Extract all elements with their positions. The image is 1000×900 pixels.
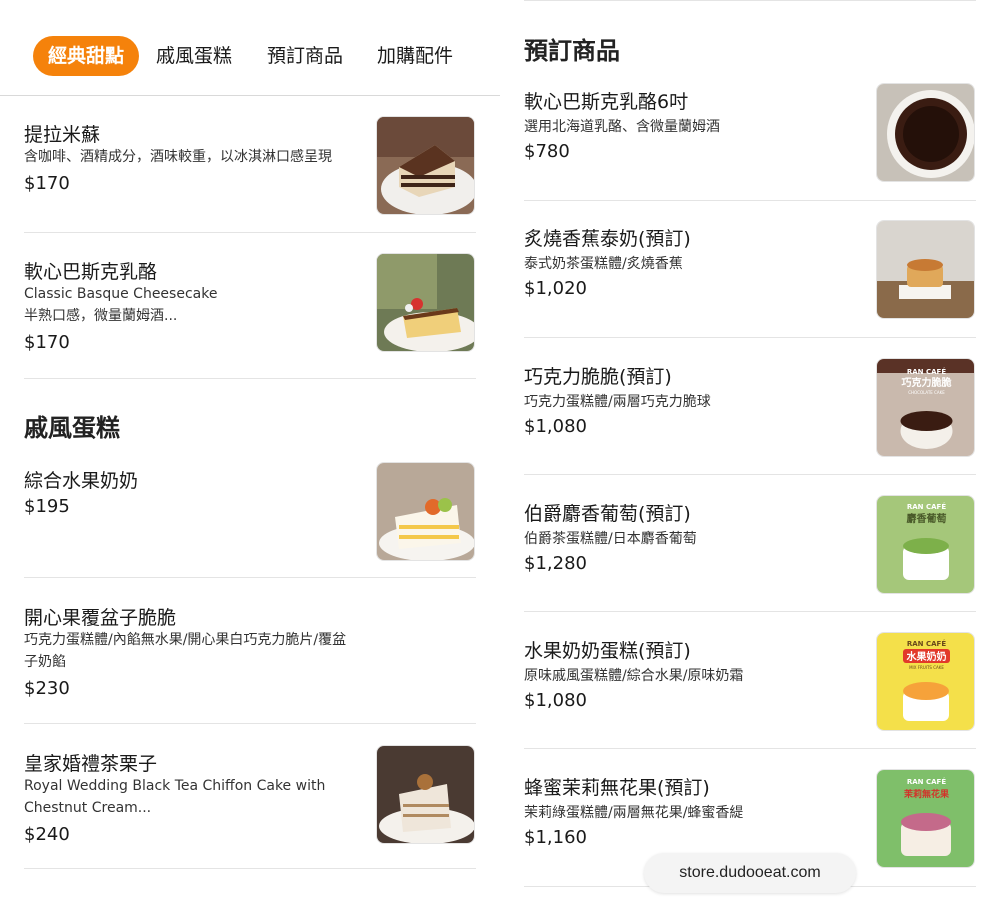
basque-cheesecake-photo — [376, 253, 475, 352]
item-divider — [24, 232, 476, 233]
item-name: 開心果覆盆子脆脆 — [24, 607, 177, 629]
grape-cake-poster: RAN CAFÉ 麝香葡萄 — [876, 495, 975, 594]
fig-cake-poster: RAN CAFÉ 茉莉無花果 — [876, 769, 975, 868]
item-price: $1,080 — [524, 416, 587, 437]
item-description: 巧克力蛋糕體/兩層巧克力脆球 — [524, 394, 711, 410]
item-price: $170 — [24, 332, 70, 353]
poster-brand: RAN CAFÉ — [907, 639, 946, 648]
item-divider — [24, 577, 476, 578]
item-description: 茉莉綠蛋糕體/兩層無花果/蜂蜜香緹 — [524, 805, 744, 821]
poster-brand: RAN CAFÉ — [907, 777, 946, 786]
item-price: $195 — [24, 496, 70, 517]
item-description: 含咖啡、酒精成分，酒味較重，以冰淇淋口感呈現 — [24, 149, 332, 165]
section-top-divider — [524, 0, 976, 1]
poster-subtitle: MIX FRUITS CAKE — [909, 665, 944, 670]
section-title-chiffon: 戚風蛋糕 — [24, 414, 120, 442]
item-price: $1,080 — [524, 690, 587, 711]
item-name: 水果奶奶蛋糕(預訂) — [524, 640, 691, 662]
chocolate-cake-poster: RAN CAFÉ 巧克力脆脆 CHOCOLATE CAKE — [876, 358, 975, 457]
item-price: $1,020 — [524, 278, 587, 299]
item-price: $1,160 — [524, 827, 587, 848]
tab-chiffon-cakes[interactable]: 戚風蛋糕 — [156, 36, 232, 76]
poster-brand: RAN CAFÉ — [907, 367, 946, 376]
poster-subtitle: CHOCOLATE CAKE — [908, 390, 945, 395]
menu-item-basque-cheesecake[interactable]: 軟心巴斯克乳酪 Classic Basque Cheesecake 半熟口感，微… — [24, 253, 476, 353]
left-panel: 經典甜點 戚風蛋糕 預訂商品 加購配件 提拉米蘇 含咖啡、酒精成分，酒味較重，以… — [0, 0, 500, 900]
poster-title: 水果奶奶 — [906, 650, 947, 663]
item-name: 炙燒香蕉泰奶(預訂) — [524, 228, 691, 250]
item-description-line-1: 巧克力蛋糕體/內餡無水果/開心果白巧克力脆片/覆盆 — [24, 632, 347, 648]
poster-title: 巧克力脆脆 — [902, 376, 952, 389]
menu-item-royal-chestnut[interactable]: 皇家婚禮茶栗子 Royal Wedding Black Tea Chiffon … — [24, 745, 476, 845]
item-price: $230 — [24, 678, 70, 699]
item-description: 選用北海道乳酪、含微量蘭姆酒 — [524, 119, 720, 135]
item-divider — [524, 474, 976, 475]
item-divider — [524, 200, 976, 201]
item-description-line-2: 子奶餡 — [24, 654, 66, 670]
item-description-line-2: 半熟口感，微量蘭姆酒... — [24, 308, 178, 324]
item-divider — [524, 337, 976, 338]
item-description-line-1: Classic Basque Cheesecake — [24, 286, 218, 302]
tab-add-on-accessories[interactable]: 加購配件 — [377, 36, 453, 76]
chestnut-cake-photo — [376, 745, 475, 844]
menu-item-pistachio-raspberry[interactable]: 開心果覆盆子脆脆 巧克力蛋糕體/內餡無水果/開心果白巧克力脆片/覆盆 子奶餡 $… — [24, 599, 476, 704]
item-name: 蜂蜜茉莉無花果(預訂) — [524, 777, 710, 799]
item-divider — [24, 723, 476, 724]
fruit-cake-photo — [376, 462, 475, 561]
tiramisu-photo — [376, 116, 475, 215]
item-price: $170 — [24, 173, 70, 194]
tab-classic-desserts[interactable]: 經典甜點 — [33, 36, 139, 76]
item-name: 軟心巴斯克乳酪 — [24, 261, 158, 283]
basque-whole-photo — [876, 83, 975, 182]
item-name: 提拉米蘇 — [24, 124, 101, 146]
item-price: $1,280 — [524, 553, 587, 574]
item-name: 軟心巴斯克乳酪6吋 — [524, 91, 689, 113]
poster-title: 茉莉無花果 — [903, 788, 950, 800]
item-description: 原味戚風蛋糕體/綜合水果/原味奶霜 — [524, 668, 744, 684]
site-url-badge[interactable]: store.dudooeat.com — [644, 853, 856, 893]
item-name: 綜合水果奶奶 — [24, 470, 139, 492]
item-name: 伯爵麝香葡萄(預訂) — [524, 503, 691, 525]
tab-preorder-items[interactable]: 預訂商品 — [267, 36, 343, 76]
category-tab-bar: 經典甜點 戚風蛋糕 預訂商品 加購配件 — [0, 0, 500, 96]
item-name: 皇家婚禮茶栗子 — [24, 753, 158, 775]
poster-title: 麝香葡萄 — [907, 512, 947, 525]
menu-item-tiramisu[interactable]: 提拉米蘇 含咖啡、酒精成分，酒味較重，以冰淇淋口感呈現 $170 — [24, 116, 476, 216]
item-description-line-2: Chestnut Cream... — [24, 800, 152, 816]
poster-brand: RAN CAFÉ — [907, 502, 946, 511]
item-description: 伯爵茶蛋糕體/日本麝香葡萄 — [524, 531, 697, 547]
item-description: 泰式奶茶蛋糕體/炙燒香蕉 — [524, 256, 683, 272]
item-divider — [24, 378, 476, 379]
banana-thai-tea-photo — [876, 220, 975, 319]
item-name: 巧克力脆脆(預訂) — [524, 366, 672, 388]
item-divider — [524, 611, 976, 612]
item-divider — [524, 748, 976, 749]
fruit-cake-poster: RAN CAFÉ 水果奶奶 MIX FRUITS CAKE — [876, 632, 975, 731]
item-price: $240 — [24, 824, 70, 845]
section-title-preorder: 預訂商品 — [524, 37, 620, 65]
menu-item-fruit-cake[interactable]: 綜合水果奶奶 $195 — [24, 462, 476, 562]
item-description-line-1: Royal Wedding Black Tea Chiffon Cake wit… — [24, 778, 326, 794]
item-price: $780 — [524, 141, 570, 162]
right-panel: 預訂商品 軟心巴斯克乳酪6吋 選用北海道乳酪、含微量蘭姆酒 $780 炙燒香蕉泰… — [500, 0, 1000, 900]
item-divider — [24, 868, 476, 869]
